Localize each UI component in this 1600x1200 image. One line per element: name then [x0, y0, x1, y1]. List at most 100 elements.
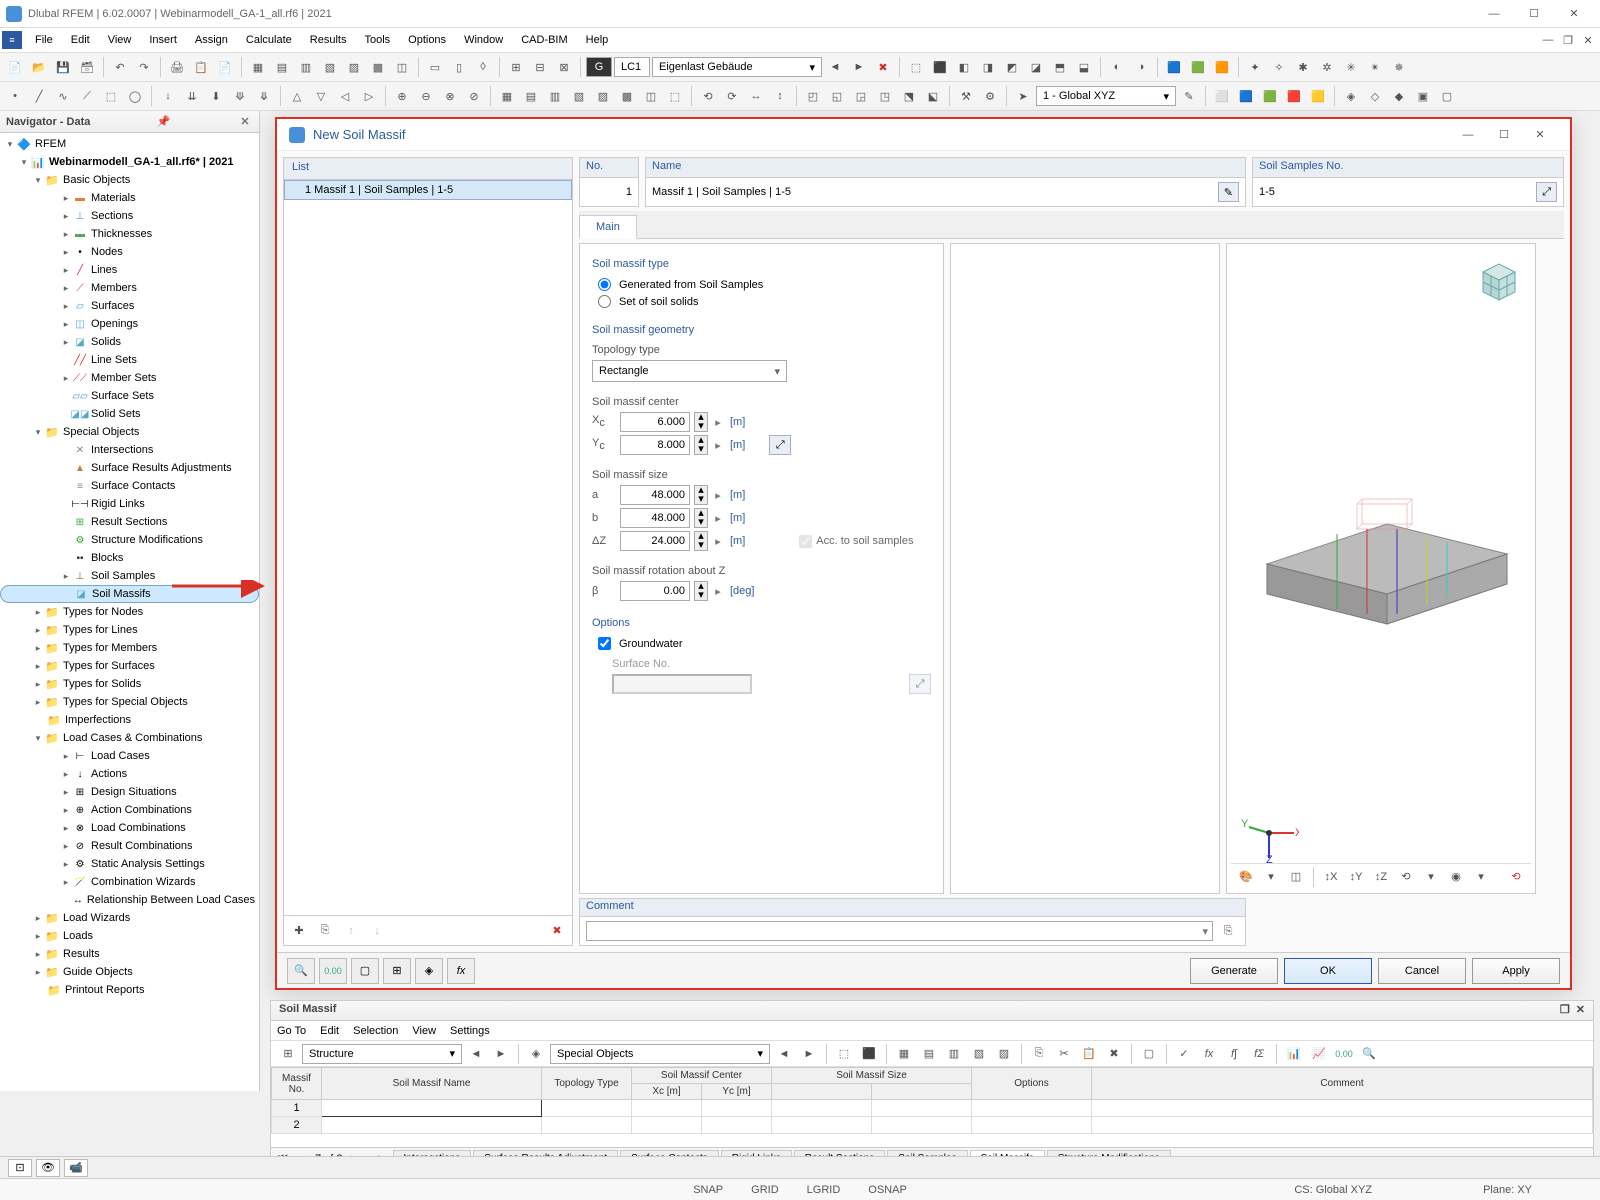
- apply-button[interactable]: Apply: [1472, 958, 1560, 984]
- tree-actioncombo[interactable]: ▸⊕Action Combinations: [0, 801, 259, 819]
- tool-h[interactable]: ▭: [424, 56, 446, 78]
- bp-prev2-icon[interactable]: ◄: [773, 1043, 795, 1065]
- draw-5-icon[interactable]: ⬚: [100, 85, 122, 107]
- view-10-icon[interactable]: ◑: [1130, 56, 1152, 78]
- bp-e3-icon[interactable]: 📋: [1078, 1043, 1100, 1065]
- close-button[interactable]: ✕: [1554, 3, 1594, 25]
- r5-icon[interactable]: 🟨: [1307, 85, 1329, 107]
- load-3-icon[interactable]: ⬇: [205, 85, 227, 107]
- view-2-icon[interactable]: ⬛: [929, 56, 951, 78]
- bp-table[interactable]: Massif No. Soil Massif Name Topology Typ…: [271, 1067, 1593, 1147]
- tool-i[interactable]: ▯: [448, 56, 470, 78]
- tool-b[interactable]: ▤: [271, 56, 293, 78]
- footer-tool-1-icon[interactable]: 🔍: [287, 958, 315, 984]
- groundwater-check[interactable]: [598, 637, 611, 650]
- beta-spin[interactable]: ▴▾: [694, 581, 708, 601]
- status-grid[interactable]: GRID: [743, 1184, 787, 1196]
- coord-edit-icon[interactable]: ✎: [1178, 85, 1200, 107]
- bp-sel2-icon[interactable]: ⬛: [858, 1043, 880, 1065]
- axis-7-icon[interactable]: ✵: [1388, 56, 1410, 78]
- dz-menu-icon[interactable]: ▸: [712, 535, 724, 548]
- pv-tool-6-icon[interactable]: ↕Z: [1370, 866, 1392, 888]
- tree-surfacesets[interactable]: ▱▱Surface Sets: [0, 387, 259, 405]
- status-tool-3-icon[interactable]: 📹: [64, 1159, 88, 1177]
- menu-window[interactable]: Window: [455, 31, 512, 49]
- preview-3d[interactable]: [1237, 464, 1527, 634]
- yc-spin[interactable]: ▴▾: [694, 435, 708, 455]
- tool-d[interactable]: ▧: [319, 56, 341, 78]
- bp-x1-icon[interactable]: 📊: [1283, 1043, 1305, 1065]
- tool-a[interactable]: ▦: [247, 56, 269, 78]
- dz-input[interactable]: [620, 531, 690, 551]
- load-4-icon[interactable]: ⟱: [229, 85, 251, 107]
- t2c-icon[interactable]: ▥: [544, 85, 566, 107]
- cube-2-icon[interactable]: 🟩: [1187, 56, 1209, 78]
- tree-blocks[interactable]: ▪▪Blocks: [0, 549, 259, 567]
- xc-menu-icon[interactable]: ▸: [712, 416, 724, 429]
- bp-fx3-icon[interactable]: fΣ: [1248, 1043, 1270, 1065]
- menu-assign[interactable]: Assign: [186, 31, 237, 49]
- tree-results[interactable]: ▸📁Results: [0, 945, 259, 963]
- tree-rigidlinks[interactable]: ⊢⊣Rigid Links: [0, 495, 259, 513]
- cube-3-icon[interactable]: 🟧: [1211, 56, 1233, 78]
- axis-4-icon[interactable]: ✲: [1316, 56, 1338, 78]
- tree-basic[interactable]: ▾📁Basic Objects: [0, 171, 259, 189]
- maximize-button[interactable]: ☐: [1514, 3, 1554, 25]
- t2i-icon[interactable]: ⟲: [697, 85, 719, 107]
- nav-close-icon[interactable]: ✕: [237, 115, 253, 128]
- tree-resultsections[interactable]: ⊞Result Sections: [0, 513, 259, 531]
- tree-combowizards[interactable]: ▸🪄Combination Wizards: [0, 873, 259, 891]
- r6-icon[interactable]: ◈: [1340, 85, 1362, 107]
- axis-5-icon[interactable]: ✳: [1340, 56, 1362, 78]
- tree-typesnodes[interactable]: ▸📁Types for Nodes: [0, 603, 259, 621]
- generate-button[interactable]: Generate: [1190, 958, 1278, 984]
- a-input[interactable]: [620, 485, 690, 505]
- lc-prev-icon[interactable]: ◄: [824, 56, 846, 78]
- status-tool-1-icon[interactable]: ⊡: [8, 1159, 32, 1177]
- t2t-icon[interactable]: ⚙: [979, 85, 1001, 107]
- tree-loadcases[interactable]: ▸⊢Load Cases: [0, 747, 259, 765]
- bp-fx1-icon[interactable]: fx: [1198, 1043, 1220, 1065]
- bp-sel1-icon[interactable]: ⬚: [833, 1043, 855, 1065]
- list-delete-icon[interactable]: ✖: [546, 920, 568, 942]
- view-3-icon[interactable]: ◧: [953, 56, 975, 78]
- footer-tool-4-icon[interactable]: ⊞: [383, 958, 411, 984]
- tree-members[interactable]: ▸⟋Members: [0, 279, 259, 297]
- tree-staticanalysis[interactable]: ▸⚙Static Analysis Settings: [0, 855, 259, 873]
- t2j-icon[interactable]: ⟳: [721, 85, 743, 107]
- bp-g4-icon[interactable]: ▧: [968, 1043, 990, 1065]
- mdi-close[interactable]: ✕: [1578, 34, 1598, 47]
- dz-spin[interactable]: ▴▾: [694, 531, 708, 551]
- tree-relations[interactable]: ↔Relationship Between Load Cases: [0, 891, 259, 909]
- bp-combo-special[interactable]: Special Objects▾: [550, 1044, 770, 1064]
- tree-openings[interactable]: ▸◫Openings: [0, 315, 259, 333]
- status-osnap[interactable]: OSNAP: [860, 1184, 915, 1196]
- bp-next1-icon[interactable]: ►: [490, 1043, 512, 1065]
- menu-view[interactable]: View: [99, 31, 141, 49]
- lc-next-icon[interactable]: ►: [848, 56, 870, 78]
- bp-g2-icon[interactable]: ▤: [918, 1043, 940, 1065]
- tree-typesspecial[interactable]: ▸📁Types for Special Objects: [0, 693, 259, 711]
- copy-icon[interactable]: 📋: [190, 56, 212, 78]
- tab-main[interactable]: Main: [579, 215, 637, 239]
- axis-1-icon[interactable]: ✦: [1244, 56, 1266, 78]
- name-edit-icon[interactable]: ✎: [1218, 182, 1239, 202]
- pointer-icon[interactable]: ➤: [1012, 85, 1034, 107]
- menu-cadbim[interactable]: CAD-BIM: [512, 31, 576, 49]
- t2s-icon[interactable]: ⚒: [955, 85, 977, 107]
- bp-view[interactable]: View: [412, 1025, 436, 1037]
- load-2-icon[interactable]: ⇊: [181, 85, 203, 107]
- view-4-icon[interactable]: ◨: [977, 56, 999, 78]
- pv-tool-reset-icon[interactable]: ⟲: [1505, 866, 1527, 888]
- list-copy-icon[interactable]: ⎘: [314, 920, 336, 942]
- status-snap[interactable]: SNAP: [685, 1184, 731, 1196]
- menu-options[interactable]: Options: [399, 31, 455, 49]
- view-1-icon[interactable]: ⬚: [905, 56, 927, 78]
- menu-insert[interactable]: Insert: [140, 31, 186, 49]
- bp-edit[interactable]: Edit: [320, 1025, 339, 1037]
- b-menu-icon[interactable]: ▸: [712, 512, 724, 525]
- list-new-icon[interactable]: ✚: [288, 920, 310, 942]
- t2d-icon[interactable]: ▧: [568, 85, 590, 107]
- r3-icon[interactable]: 🟩: [1259, 85, 1281, 107]
- draw-6-icon[interactable]: ◯: [124, 85, 146, 107]
